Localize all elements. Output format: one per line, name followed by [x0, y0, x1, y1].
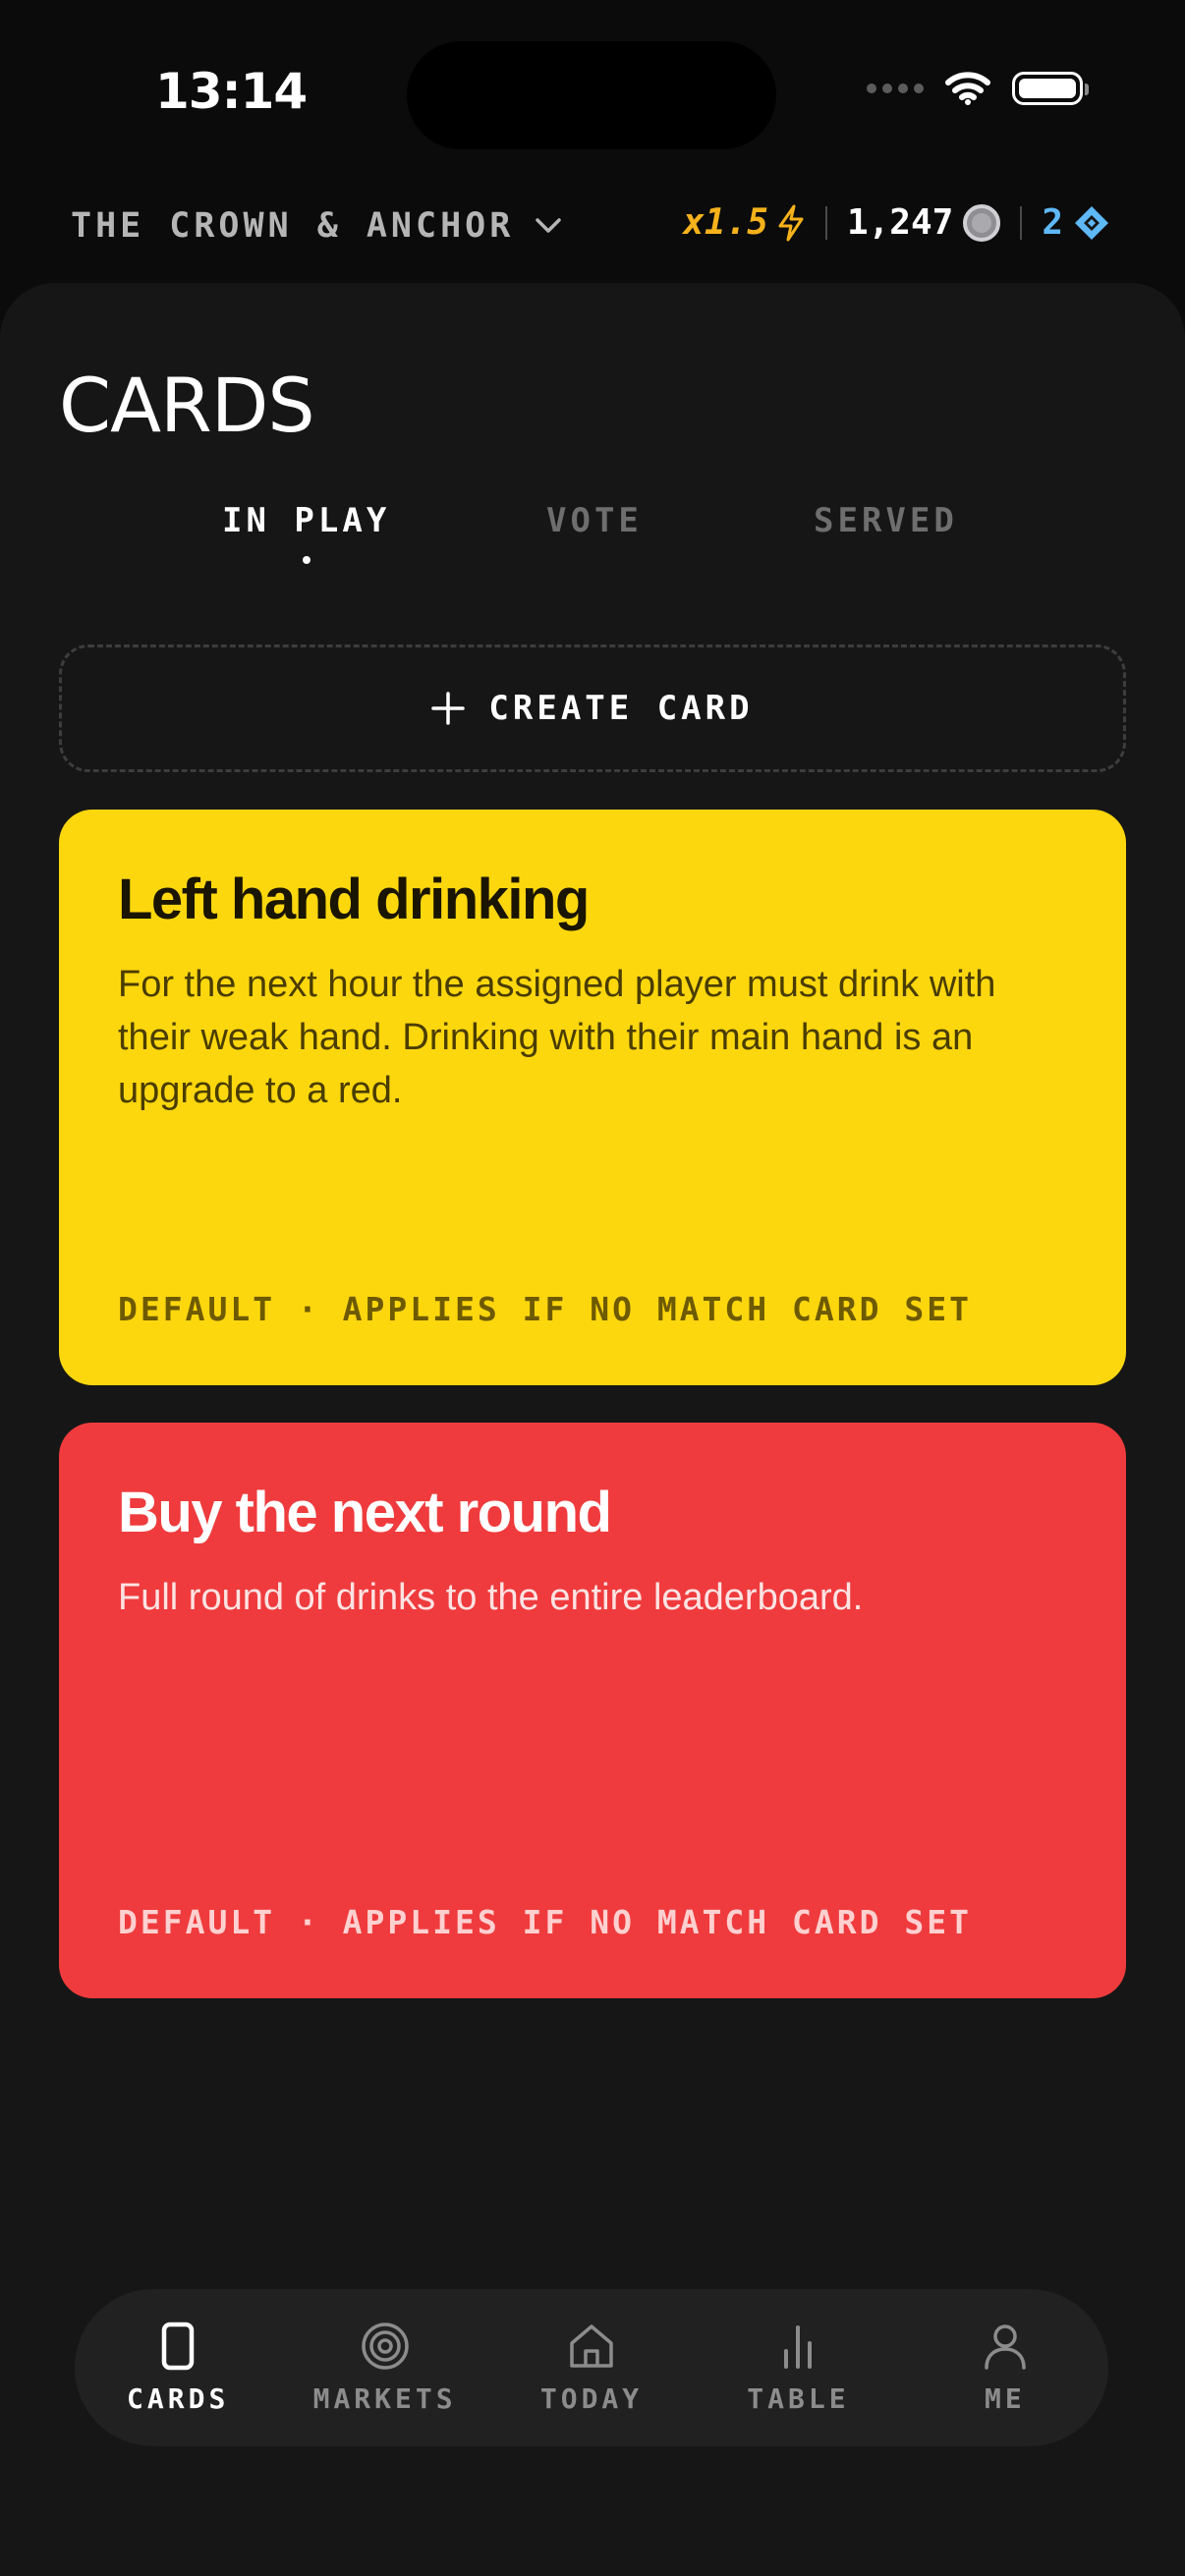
- card-body: For the next hour the assigned player mu…: [118, 964, 996, 1111]
- status-indicators: [867, 71, 1089, 106]
- card-title: Buy the next round: [118, 1481, 612, 1544]
- battery-icon: [1012, 72, 1089, 105]
- card-title: Left hand drinking: [118, 868, 590, 931]
- dynamic-island: [407, 41, 776, 149]
- nav-label: CARDS: [127, 2381, 230, 2415]
- tab-served[interactable]: SERVED: [814, 501, 958, 540]
- card-left-hand-drinking[interactable]: Left hand drinking For the next hour the…: [59, 810, 1126, 1385]
- nav-label: TABLE: [747, 2381, 850, 2415]
- bar-chart-icon: [784, 2324, 813, 2369]
- person-icon: [985, 2324, 1026, 2370]
- coin-icon: [963, 203, 1001, 242]
- nav-table[interactable]: TABLE: [695, 2289, 901, 2446]
- lightning-icon: [778, 204, 804, 241]
- page-title: CARDS: [59, 362, 315, 449]
- nav-label: MARKETS: [312, 2381, 457, 2415]
- nav-me[interactable]: ME: [902, 2289, 1108, 2446]
- create-card-label: CREATE CARD: [488, 689, 754, 728]
- card-icon: [161, 2322, 195, 2370]
- stat-divider: [1020, 205, 1023, 240]
- diamond-icon: [1075, 205, 1108, 240]
- venue-name: THE CROWN & ANCHOR: [71, 206, 515, 246]
- gems-value: 2: [1042, 202, 1063, 243]
- status-time: 13:14: [155, 63, 308, 120]
- create-card-button[interactable]: CREATE CARD: [59, 644, 1126, 772]
- card-buy-the-next-round[interactable]: Buy the next round Full round of drinks …: [59, 1423, 1126, 1998]
- tab-label: SERVED: [814, 501, 958, 540]
- stat-divider: [824, 205, 827, 240]
- venue-selector[interactable]: THE CROWN & ANCHOR: [71, 206, 562, 246]
- coins-value: 1,247: [846, 202, 954, 243]
- nav-label: TODAY: [539, 2381, 644, 2415]
- card-body: Full round of drinks to the entire leade…: [118, 1577, 864, 1618]
- nav-today[interactable]: TODAY: [488, 2289, 695, 2446]
- bottom-nav: CARDS MARKETS TODAY TABLE ME: [75, 2289, 1108, 2446]
- card-meta: DEFAULT · APPLIES IF NO MATCH CARD SET: [118, 1903, 972, 1941]
- multiplier-value: x1.5: [683, 202, 768, 243]
- chevron-down-icon: [536, 218, 562, 233]
- nav-markets[interactable]: MARKETS: [281, 2289, 487, 2446]
- plus-icon: [431, 692, 466, 725]
- active-tab-indicator: [302, 556, 310, 564]
- tab-in-play[interactable]: IN PLAY: [222, 501, 391, 564]
- wifi-icon: [945, 72, 990, 105]
- coins-stat: 1,247: [846, 202, 1001, 243]
- tab-vote[interactable]: VOTE: [546, 501, 643, 540]
- tab-label: VOTE: [546, 501, 643, 540]
- nav-label: ME: [984, 2381, 1026, 2415]
- tab-bar: IN PLAY VOTE SERVED: [0, 501, 1185, 570]
- tab-label: IN PLAY: [222, 501, 391, 540]
- home-icon: [570, 2324, 613, 2368]
- cellular-signal-icon: [867, 84, 924, 93]
- target-icon: [361, 2322, 409, 2370]
- multiplier-stat: x1.5: [683, 202, 806, 243]
- nav-cards[interactable]: CARDS: [75, 2289, 281, 2446]
- card-meta: DEFAULT · APPLIES IF NO MATCH CARD SET: [118, 1290, 972, 1328]
- gems-stat: 2: [1042, 202, 1110, 243]
- player-stats: x1.5 1,247 2: [683, 202, 1110, 243]
